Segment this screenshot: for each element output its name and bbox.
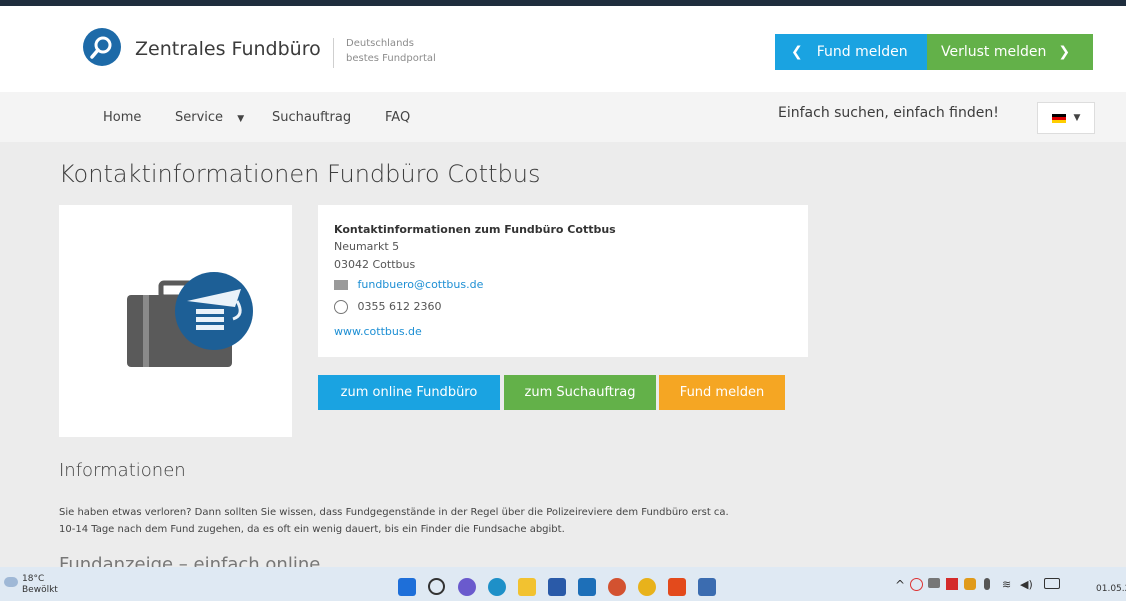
chevron-up-icon[interactable]: ^: [895, 578, 905, 592]
info-text-line-1: Sie haben etwas verloren? Dann sollten S…: [59, 507, 729, 518]
verlust-melden-header-button[interactable]: Verlust melden ❯: [927, 34, 1093, 70]
page-title: Kontaktinformationen Fundbüro Cottbus: [59, 160, 541, 188]
store-icon[interactable]: [548, 578, 566, 596]
verlust-melden-label: Verlust melden: [941, 44, 1047, 60]
weather-condition: Bewölkt: [22, 585, 58, 595]
envelope-icon: [334, 280, 348, 290]
photos-icon[interactable]: [698, 578, 716, 596]
fund-melden-header-button[interactable]: ❮ Fund melden: [775, 34, 927, 70]
logo-text[interactable]: Zentrales Fundbüro: [135, 38, 321, 60]
edge-browser-icon[interactable]: [488, 578, 506, 596]
nav-home[interactable]: Home: [103, 110, 141, 125]
battery-icon[interactable]: [1044, 578, 1060, 589]
contact-card: Kontaktinformationen zum Fundbüro Cottbu…: [318, 205, 808, 357]
weather-cloud-icon[interactable]: [4, 577, 18, 587]
contact-phone: 0355 612 2360: [357, 300, 442, 313]
wifi-icon[interactable]: ≋: [1002, 578, 1011, 591]
info-text: Sie haben etwas verloren? Dann sollten S…: [59, 504, 819, 538]
office-icon[interactable]: [668, 578, 686, 596]
windows-start-icon[interactable]: [398, 578, 416, 596]
contact-phone-row: 0355 612 2360: [334, 300, 441, 314]
nav-service[interactable]: Service ▼: [175, 110, 244, 125]
fund-melden-button[interactable]: Fund melden: [659, 375, 785, 410]
phone-icon: [334, 300, 348, 314]
contact-email-link[interactable]: fundbuero@cottbus.de: [358, 278, 484, 291]
nav-service-label: Service: [175, 110, 224, 125]
weather-temperature: 18°C: [22, 574, 45, 584]
microphone-icon[interactable]: [984, 578, 990, 590]
contact-website-row: www.cottbus.de: [334, 325, 422, 338]
search-icon[interactable]: [428, 578, 445, 595]
chat-icon[interactable]: [458, 578, 476, 596]
info-text-line-2: 10-14 Tage nach dem Fund zugehen, da es …: [59, 524, 565, 535]
contact-heading: Kontaktinformationen zum Fundbüro Cottbu…: [334, 223, 616, 236]
weather-widget[interactable]: 18°C Bewölkt: [22, 574, 58, 596]
logo-search-icon[interactable]: [83, 28, 121, 66]
chevron-down-icon: ▼: [1073, 113, 1081, 123]
nav-faq[interactable]: FAQ: [385, 110, 410, 125]
drive-icon[interactable]: [928, 578, 940, 588]
language-selector[interactable]: ▼: [1037, 102, 1095, 134]
mail-icon[interactable]: [578, 578, 596, 596]
chevron-down-icon: ▼: [237, 114, 245, 124]
taskbar-date[interactable]: 01.05.2: [1096, 584, 1126, 594]
online-fundbuero-button[interactable]: zum online Fundbüro: [318, 375, 500, 410]
suchauftrag-button[interactable]: zum Suchauftrag: [504, 375, 656, 410]
chevron-left-icon: ❮: [791, 44, 803, 60]
cloud-sync-icon[interactable]: [964, 578, 976, 590]
chevron-right-icon: ❯: [1058, 44, 1071, 60]
slogan: Einfach suchen, einfach finden!: [778, 105, 999, 121]
nav-suchauftrag[interactable]: Suchauftrag: [272, 110, 351, 125]
powerpoint-icon[interactable]: [608, 578, 626, 596]
security-icon[interactable]: [910, 578, 923, 591]
german-flag-icon: [1051, 113, 1066, 123]
contact-website-link[interactable]: www.cottbus.de: [334, 325, 422, 338]
tagline-line-2: bestes Fundportal: [346, 53, 436, 64]
fund-melden-label: Fund melden: [816, 44, 908, 60]
suitcase-umbrella-icon: [127, 272, 253, 367]
volume-icon[interactable]: ◀): [1020, 578, 1033, 591]
logo-divider: [333, 38, 334, 68]
info-heading: Informationen: [59, 460, 186, 481]
tagline-line-1: Deutschlands: [346, 38, 414, 49]
logo-tagline: Deutschlands bestes Fundportal: [346, 36, 436, 66]
contact-email-row: fundbuero@cottbus.de: [334, 278, 483, 291]
file-explorer-icon[interactable]: [518, 578, 536, 596]
contact-city: 03042 Cottbus: [334, 258, 416, 271]
fundbuero-image: [59, 205, 292, 437]
pdf-reader-icon[interactable]: [946, 578, 958, 590]
contact-street: Neumarkt 5: [334, 240, 400, 253]
chrome-browser-icon[interactable]: [638, 578, 656, 596]
